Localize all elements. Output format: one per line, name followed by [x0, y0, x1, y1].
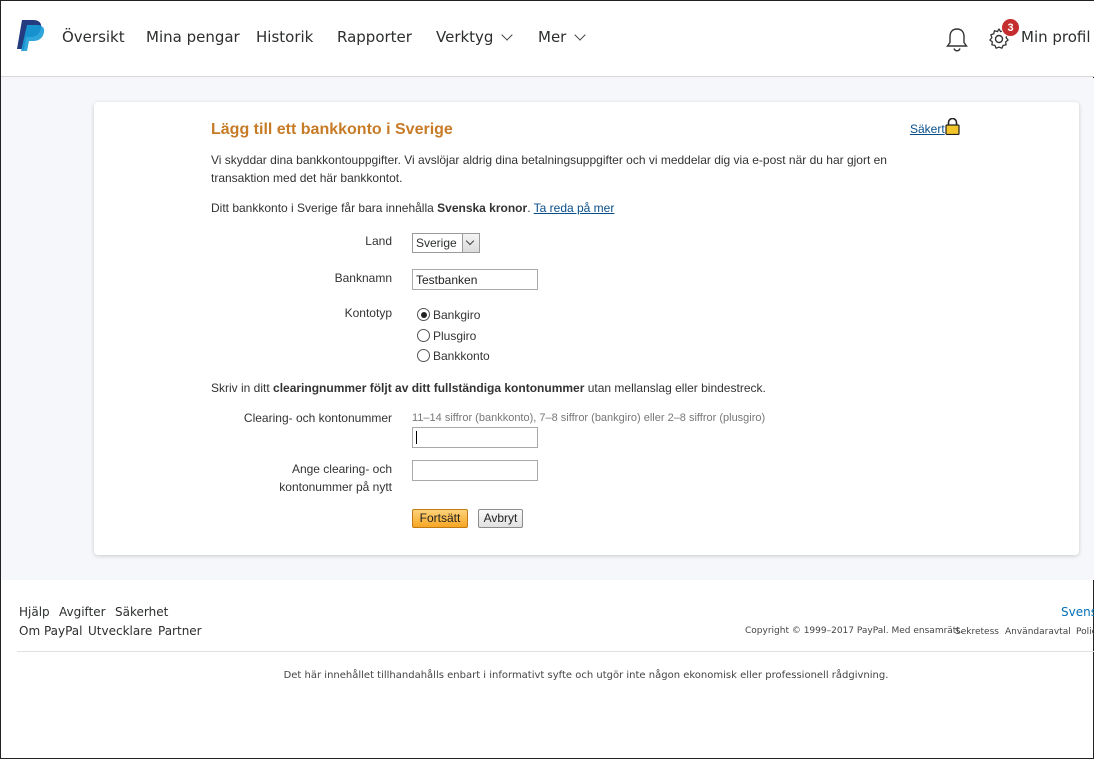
nav-rapporter[interactable]: Rapporter — [337, 28, 412, 46]
nav-mer[interactable]: Mer — [538, 28, 587, 46]
top-navigation: Översikt Mina pengar Historik Rapporter … — [1, 1, 1094, 77]
nav-oversikt[interactable]: Översikt — [62, 28, 125, 46]
chevron-down-icon — [501, 29, 514, 41]
bell-icon[interactable] — [945, 27, 969, 53]
bank-name-input[interactable] — [412, 269, 538, 290]
currency-note: Ditt bankkonto i Sverige får bara innehå… — [211, 199, 614, 217]
footer-divider — [17, 651, 1094, 652]
radio-unselected-icon — [417, 349, 430, 362]
paypal-logo-icon[interactable] — [16, 18, 46, 52]
nav-verktyg[interactable]: Verktyg — [436, 28, 514, 46]
intro-text: Vi skyddar dina bankkontouppgifter. Vi a… — [211, 153, 887, 185]
language-selector[interactable]: Svenska — [1061, 605, 1094, 619]
country-select-value: Sverige — [416, 236, 457, 250]
chevron-down-icon — [462, 234, 479, 252]
lock-icon — [945, 118, 960, 135]
country-label: Land — [365, 234, 392, 248]
clearing-input[interactable] — [412, 427, 538, 448]
clearing-label: Clearing- och kontonummer — [243, 411, 392, 425]
country-select[interactable]: Sverige — [412, 233, 480, 253]
instruction-pre: Skriv in ditt — [211, 381, 274, 395]
footer-link-user-agreement[interactable]: Användaravtal — [1005, 627, 1071, 637]
confirm-label-line1: Ange clearing- och — [291, 462, 392, 476]
radio-unselected-icon — [417, 329, 430, 342]
secure-link[interactable]: Säkert — [910, 122, 945, 136]
radio-bankgiro-label: Bankgiro — [433, 308, 481, 322]
copyright-text: Copyright © 1999–2017 PayPal. Med ensamr… — [745, 626, 963, 636]
cancel-button[interactable]: Avbryt — [478, 509, 523, 528]
currency-note-bold: Svenska kronor — [437, 201, 528, 215]
notification-badge: 3 — [1001, 18, 1020, 37]
footer-link-fees[interactable]: Avgifter — [59, 605, 106, 619]
bank-name-label: Banknamn — [334, 271, 392, 285]
continue-button[interactable]: Fortsätt — [412, 509, 468, 528]
nav-verktyg-label: Verktyg — [436, 28, 494, 46]
account-type-label: Kontotyp — [344, 306, 392, 320]
confirm-label-line2: kontonummer på nytt — [279, 480, 392, 494]
text-cursor — [416, 431, 417, 444]
footer-link-developers[interactable]: Utvecklare — [88, 624, 152, 638]
chevron-down-icon — [574, 29, 587, 41]
radio-plusgiro[interactable]: Plusgiro — [417, 328, 476, 344]
radio-plusgiro-label: Plusgiro — [433, 329, 477, 343]
footer-link-partner[interactable]: Partner — [158, 624, 202, 638]
footer-link-about[interactable]: Om PayPal — [19, 624, 83, 638]
confirm-label: Ange clearing- och kontonummer på nytt — [279, 460, 392, 496]
content-area: Lägg till ett bankkonto i Sverige Säkert… — [1, 78, 1094, 580]
instruction-bold: clearingnummer följt av ditt fullständig… — [273, 381, 585, 395]
instruction-text: Skriv in ditt clearingnummer följt av di… — [211, 379, 766, 397]
nav-mina-pengar[interactable]: Mina pengar — [146, 28, 240, 46]
clearing-hint: 11–14 siffror (bankkonto), 7–8 siffror (… — [412, 412, 766, 424]
radio-selected-icon — [417, 308, 430, 321]
footer-link-privacy[interactable]: Sekretess — [955, 627, 999, 637]
radio-bankkonto-label: Bankkonto — [433, 349, 490, 363]
profile-link[interactable]: Min profil — [1021, 28, 1091, 46]
radio-bankkonto[interactable]: Bankkonto — [417, 348, 490, 364]
nav-mer-label: Mer — [538, 28, 567, 46]
currency-note-pre: Ditt bankkonto i Sverige får bara innehå… — [211, 201, 438, 215]
add-bank-account-card: Lägg till ett bankkonto i Sverige Säkert… — [94, 102, 1079, 555]
instruction-post: utan mellanslag eller bindestreck. — [584, 381, 766, 395]
footer-link-security[interactable]: Säkerhet — [115, 605, 168, 619]
footer-link-help[interactable]: Hjälp — [19, 605, 50, 619]
nav-historik[interactable]: Historik — [256, 28, 313, 46]
disclaimer-text: Det här innehållet tillhandahålls enbart… — [283, 670, 889, 681]
confirm-clearing-input[interactable] — [412, 460, 538, 481]
footer-link-policy[interactable]: Policy — [1076, 627, 1094, 637]
radio-bankgiro[interactable]: Bankgiro — [417, 307, 480, 323]
page-title: Lägg till ett bankkonto i Sverige — [211, 121, 453, 138]
learn-more-link[interactable]: Ta reda på mer — [534, 201, 615, 215]
